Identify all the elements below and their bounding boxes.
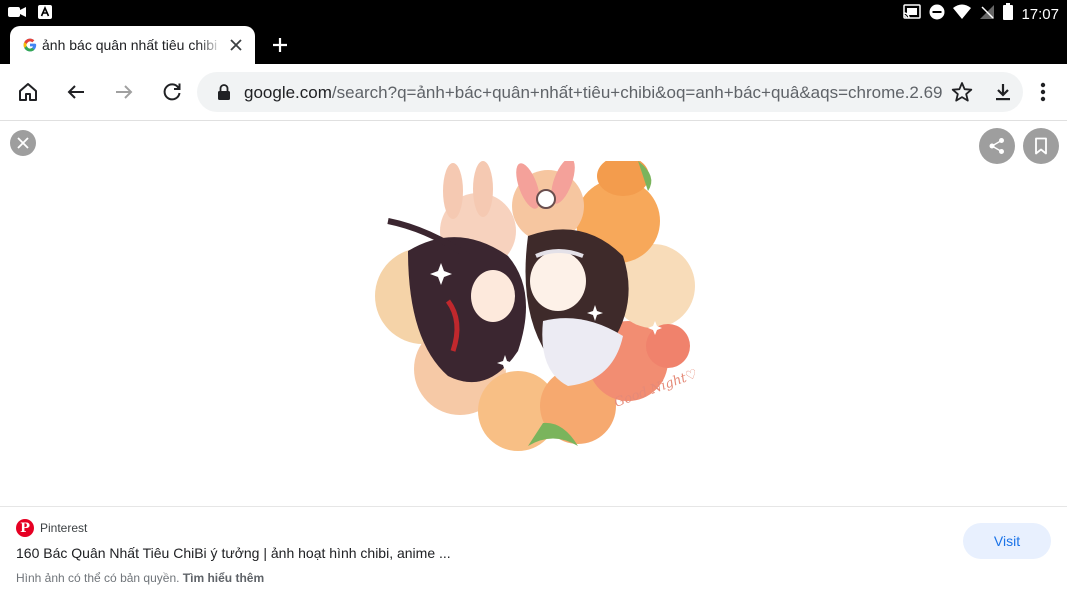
divider — [0, 506, 1067, 507]
url-path: /search?q=ảnh+bác+quân+nhất+tiêu+chibi&o… — [331, 83, 942, 102]
download-icon[interactable] — [992, 81, 1014, 103]
video-camera-icon — [8, 5, 26, 24]
more-vert-icon[interactable] — [1033, 78, 1053, 106]
url-host: google.com — [244, 83, 332, 102]
copyright-text: Hình ảnh có thể có bản quyền. — [16, 571, 180, 585]
forward-icon[interactable] — [110, 78, 138, 106]
pinterest-icon: P — [16, 519, 34, 537]
share-icon[interactable] — [979, 128, 1015, 164]
no-signal-icon — [979, 4, 995, 25]
copyright-notice: Hình ảnh có thể có bản quyền. Tìm hiểu t… — [16, 571, 264, 585]
back-icon[interactable] — [62, 78, 90, 106]
reload-icon[interactable] — [158, 78, 186, 106]
source-row[interactable]: P Pinterest — [16, 519, 87, 537]
image-viewer: Good Night♡ — [0, 121, 1067, 506]
chibi-illustration[interactable]: Good Night♡ — [368, 161, 718, 451]
wifi-icon — [953, 4, 972, 25]
status-bar: 17:07 — [0, 0, 1067, 26]
result-title[interactable]: 160 Bác Quân Nhất Tiêu ChiBi ý tưởng | ả… — [16, 545, 451, 561]
lock-icon[interactable] — [217, 84, 231, 100]
star-icon[interactable] — [951, 81, 973, 103]
new-tab-button[interactable] — [268, 33, 292, 57]
tab-title: ảnh bác quân nhất tiêu chibi — [42, 37, 222, 53]
address-bar[interactable]: google.com/search?q=ảnh+bác+quân+nhất+ti… — [197, 72, 1023, 112]
google-icon — [22, 37, 38, 53]
visit-button[interactable]: Visit — [963, 523, 1051, 559]
url-text[interactable]: google.com/search?q=ảnh+bác+quân+nhất+ti… — [244, 83, 942, 103]
learn-more-link[interactable]: Tìm hiểu thêm — [183, 571, 264, 585]
tab-active[interactable]: ảnh bác quân nhất tiêu chibi — [10, 26, 255, 64]
close-icon[interactable] — [10, 130, 36, 156]
tab-strip: ảnh bác quân nhất tiêu chibi — [0, 26, 1067, 64]
bookmark-icon[interactable] — [1023, 128, 1059, 164]
clock-time: 17:07 — [1021, 5, 1059, 23]
do-not-disturb-icon — [929, 4, 945, 25]
a-badge-icon — [38, 5, 52, 24]
browser-toolbar: google.com/search?q=ảnh+bác+quân+nhất+ti… — [0, 64, 1067, 121]
tab-close-icon[interactable] — [226, 35, 246, 55]
home-icon[interactable] — [14, 78, 42, 106]
cast-icon — [903, 3, 922, 25]
source-name: Pinterest — [40, 521, 88, 535]
battery-icon — [1003, 3, 1014, 25]
